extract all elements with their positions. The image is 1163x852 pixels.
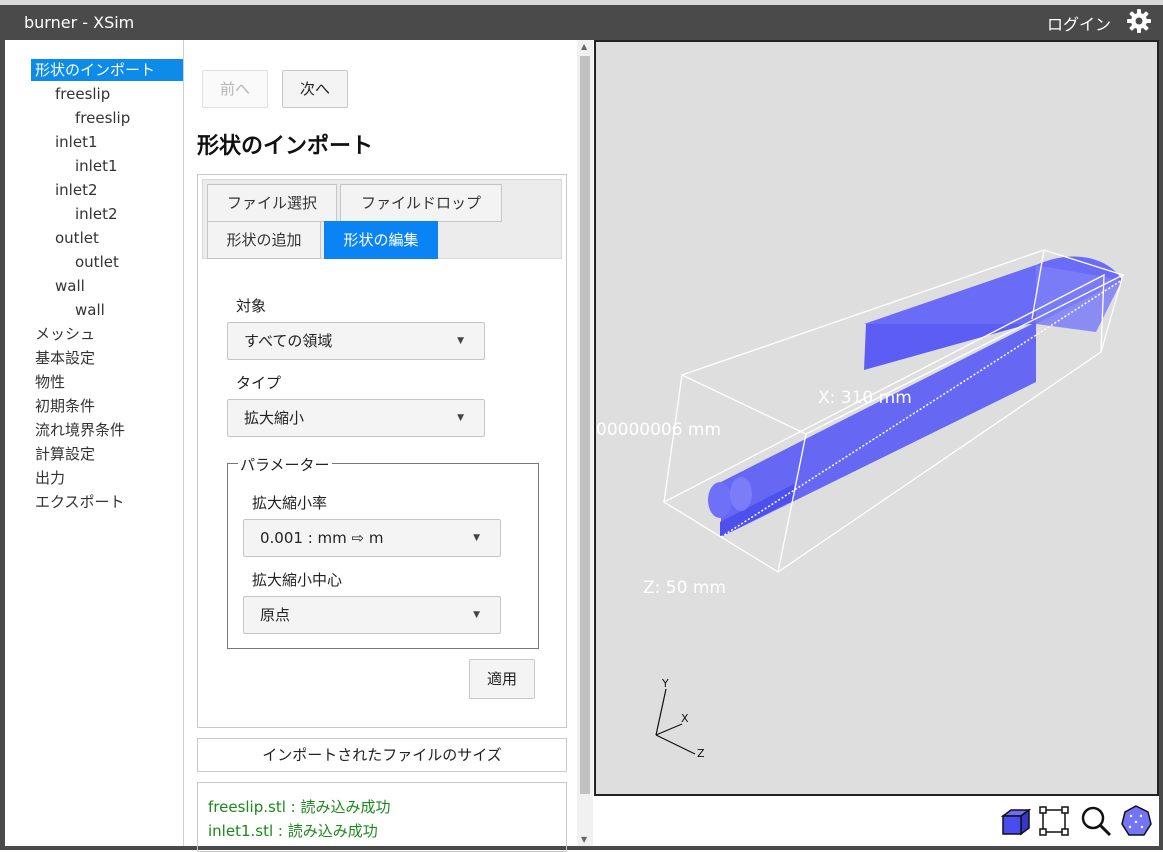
login-link[interactable]: ログイン xyxy=(1047,11,1111,35)
tab-strip: ファイル選択 ファイルドロップ 形状の追加 形状の編集 xyxy=(202,179,562,259)
sidebar-tree: 形状のインポート freeslip freeslip inlet1 inlet1… xyxy=(5,40,184,846)
chevron-down-icon: ▼ xyxy=(457,336,464,346)
panel-scrollbar[interactable]: ▲ ▼ xyxy=(577,40,593,846)
dimension-z-label: Z: 50 mm xyxy=(643,578,726,598)
zoom-icon[interactable] xyxy=(1079,804,1113,838)
axis-x-label: X xyxy=(681,712,689,725)
type-select-value: 拡大縮小 xyxy=(244,409,305,427)
log-line: freeslip.stl : 読み込み成功 xyxy=(208,798,391,816)
log-line: inlet1.stl : 読み込み成功 xyxy=(208,822,378,840)
sidebar-item-freeslip[interactable]: freeslip xyxy=(55,83,110,105)
window-frame-right xyxy=(1159,40,1163,850)
viewer-toolbar xyxy=(596,798,1159,846)
center-select[interactable]: 原点 ▼ xyxy=(243,596,501,634)
sidebar-item-calc-settings[interactable]: 計算設定 xyxy=(35,443,95,465)
sidebar-item-inlet2[interactable]: inlet2 xyxy=(55,179,98,201)
sidebar-item-basic-settings[interactable]: 基本設定 xyxy=(35,347,95,369)
chevron-down-icon: ▼ xyxy=(473,533,480,543)
page-title: 形状のインポート xyxy=(197,134,374,159)
scale-select-value: 0.001 : mm ⇨ m xyxy=(260,529,384,547)
sidebar-subitem-inlet2[interactable]: inlet2 xyxy=(75,203,118,225)
tab-file-select[interactable]: ファイル選択 xyxy=(207,184,337,222)
axis-y-label: Y xyxy=(661,677,669,690)
sidebar-item-outlet[interactable]: outlet xyxy=(55,227,99,249)
sidebar-item-output[interactable]: 出力 xyxy=(35,467,65,489)
sidebar-subitem-inlet1[interactable]: inlet1 xyxy=(75,155,118,177)
type-label: タイプ xyxy=(236,374,282,392)
chevron-down-icon: ▼ xyxy=(473,610,480,620)
sidebar-subitem-outlet[interactable]: outlet xyxy=(75,251,119,273)
sidebar-item-properties[interactable]: 物性 xyxy=(35,371,65,393)
sidebar-item-initial-conditions[interactable]: 初期条件 xyxy=(35,395,95,417)
sidebar-item-inlet1[interactable]: inlet1 xyxy=(55,131,98,153)
parameters-legend: パラメーター xyxy=(238,454,332,475)
target-select[interactable]: すべての領域 ▼ xyxy=(227,322,485,360)
settings-panel: 前へ 次へ 形状のインポート ファイル選択 ファイルドロップ 形状の追加 形状の… xyxy=(185,40,577,852)
target-label: 対象 xyxy=(236,297,267,315)
import-log: freeslip.stl : 読み込み成功 inlet1.stl : 読み込み成… xyxy=(197,782,567,852)
target-select-value: すべての領域 xyxy=(244,332,333,350)
tab-add-shape[interactable]: 形状の追加 xyxy=(207,221,321,259)
sidebar-item-wall[interactable]: wall xyxy=(55,275,85,297)
apply-button[interactable]: 適用 xyxy=(469,659,535,699)
wireframe-sphere-icon[interactable] xyxy=(1119,804,1153,838)
dimension-y-label: 00000006 mm xyxy=(596,420,722,440)
edit-card: ファイル選択 ファイルドロップ 形状の追加 形状の編集 対象 すべての領域 ▼ … xyxy=(197,174,567,728)
center-select-value: 原点 xyxy=(260,606,291,624)
next-button[interactable]: 次へ xyxy=(282,70,348,108)
axis-triad xyxy=(655,688,696,755)
imported-size-toggle[interactable]: インポートされたファイルのサイズ xyxy=(197,738,567,772)
tab-file-drop[interactable]: ファイルドロップ xyxy=(340,184,502,222)
gear-icon[interactable] xyxy=(1125,7,1153,35)
scroll-down-icon[interactable]: ▼ xyxy=(581,835,587,844)
sidebar-item-import-shape[interactable]: 形状のインポート xyxy=(31,59,183,81)
burner-model xyxy=(708,256,1123,538)
3d-viewport[interactable]: Y X Z X: 310 mm 00000006 mm Z: 50 mm xyxy=(594,40,1159,796)
center-label: 拡大縮小中心 xyxy=(252,571,343,589)
title-bar: burner - XSim ログイン xyxy=(0,0,1163,40)
scroll-up-icon[interactable]: ▲ xyxy=(581,42,587,51)
fit-bounds-icon[interactable] xyxy=(1037,804,1071,838)
chevron-down-icon: ▼ xyxy=(457,413,464,423)
scale-select[interactable]: 0.001 : mm ⇨ m ▼ xyxy=(243,519,501,557)
prev-button[interactable]: 前へ xyxy=(202,70,268,108)
sidebar-subitem-freeslip[interactable]: freeslip xyxy=(75,107,130,129)
scrollbar-thumb[interactable] xyxy=(580,56,590,794)
model-render: Y X Z xyxy=(655,249,1125,760)
sidebar-subitem-wall[interactable]: wall xyxy=(75,299,105,321)
sidebar-item-flow-boundary[interactable]: 流れ境界条件 xyxy=(35,419,125,441)
dimension-x-label: X: 310 mm xyxy=(818,388,912,408)
sidebar-item-export[interactable]: エクスポート xyxy=(35,491,125,513)
app-title: burner - XSim xyxy=(24,13,135,32)
scale-label: 拡大縮小率 xyxy=(252,494,328,512)
sidebar-item-mesh[interactable]: メッシュ xyxy=(35,323,95,345)
axis-z-label: Z xyxy=(697,747,705,760)
cube-view-icon[interactable] xyxy=(999,804,1033,838)
parameters-group: パラメーター 拡大縮小率 0.001 : mm ⇨ m ▼ 拡大縮小中心 原点 … xyxy=(227,454,539,649)
type-select[interactable]: 拡大縮小 ▼ xyxy=(227,399,485,437)
tab-edit-shape[interactable]: 形状の編集 xyxy=(324,221,438,259)
window-frame-bottom xyxy=(0,846,1163,850)
